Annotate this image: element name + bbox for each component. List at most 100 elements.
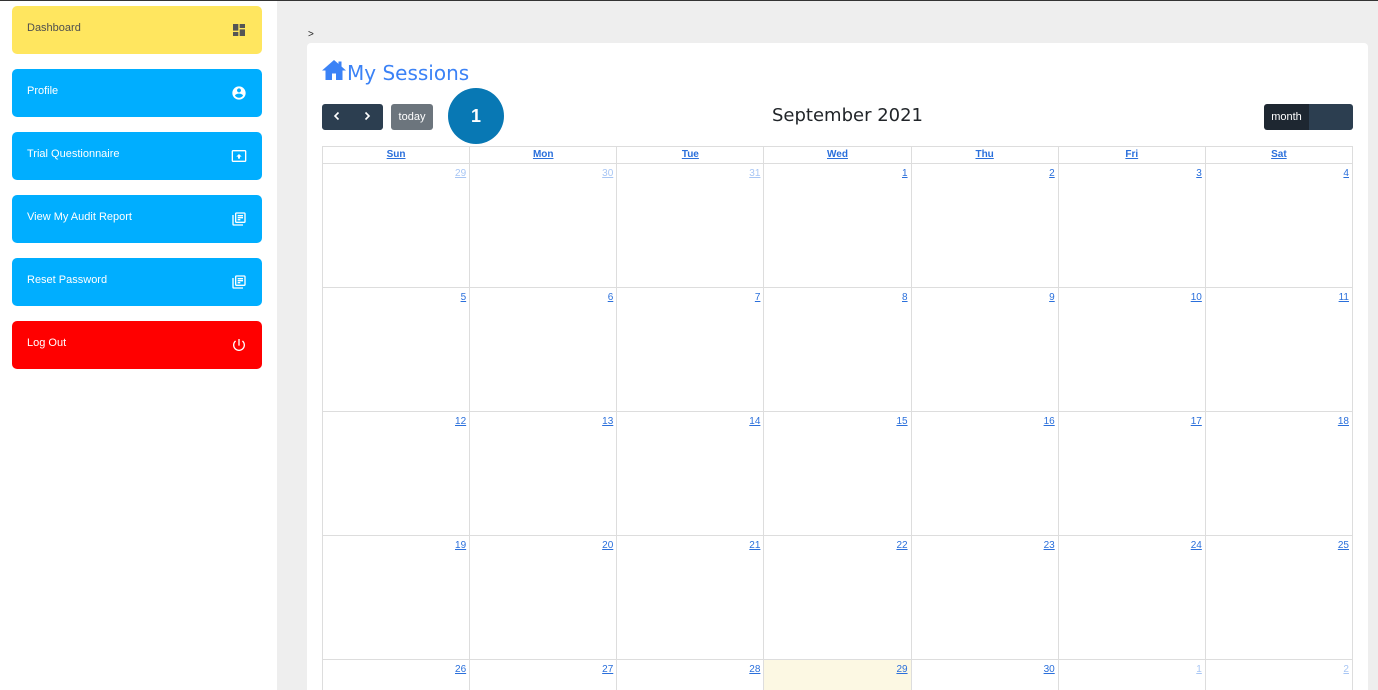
day-number-link[interactable]: 1	[902, 168, 908, 179]
weekday-header[interactable]: Thu	[910, 147, 1058, 163]
day-number-link[interactable]: 23	[1044, 540, 1055, 551]
calendar-day-cell[interactable]: 16	[910, 412, 1058, 535]
day-number-link[interactable]: 8	[902, 292, 908, 303]
day-number-link[interactable]: 21	[749, 540, 760, 551]
weekday-header[interactable]: Sun	[323, 147, 469, 163]
weekday-header[interactable]: Fri	[1057, 147, 1205, 163]
calendar-day-cell[interactable]: 9	[910, 288, 1058, 411]
day-number-link[interactable]: 5	[461, 292, 467, 303]
sidebar-item-label: Trial Questionnaire	[27, 148, 120, 160]
day-number-link[interactable]: 31	[749, 168, 760, 179]
calendar-day-cell[interactable]: 27	[469, 660, 616, 690]
calendar-day-cell[interactable]: 13	[469, 412, 616, 535]
calendar-day-cell[interactable]: 1	[1057, 660, 1205, 690]
calendar-day-cell[interactable]: 4	[1204, 164, 1352, 287]
calendar-day-cell[interactable]: 17	[1057, 412, 1205, 535]
day-number-link[interactable]: 22	[896, 540, 907, 551]
power-icon	[231, 337, 247, 353]
calendar-week-row: 19 20 21 22 23 24 25	[322, 536, 1353, 660]
day-number-link[interactable]: 13	[602, 416, 613, 427]
day-number-link[interactable]: 30	[1044, 664, 1055, 675]
calendar-day-cell[interactable]: 1	[763, 164, 910, 287]
weekday-header[interactable]: Mon	[469, 147, 616, 163]
day-number-link[interactable]: 7	[755, 292, 761, 303]
day-number-link[interactable]: 9	[1049, 292, 1055, 303]
sidebar-item-label: Log Out	[27, 337, 67, 349]
calendar-day-cell[interactable]: 5	[323, 288, 469, 411]
weekday-header[interactable]: Sat	[1204, 147, 1352, 163]
calendar-week-row: 12 13 14 15 16 17 18	[322, 412, 1353, 536]
calendar-week-row: 29 30 31 1 2 3 4	[322, 164, 1353, 288]
calendar-day-cell[interactable]: 20	[469, 536, 616, 659]
calendar-day-cell[interactable]: 21	[616, 536, 763, 659]
day-number-link[interactable]: 3	[1196, 168, 1202, 179]
calendar-grid: Sun Mon Tue Wed Thu Fri Sat 29 30 31 1 2 3 4 5 6…	[322, 146, 1353, 690]
day-number-link[interactable]: 15	[896, 416, 907, 427]
prev-month-button[interactable]	[322, 104, 352, 130]
day-number-link[interactable]: 17	[1191, 416, 1202, 427]
day-number-link[interactable]: 14	[749, 416, 760, 427]
day-number-link[interactable]: 19	[455, 540, 466, 551]
day-number-link[interactable]: 20	[602, 540, 613, 551]
calendar-day-cell[interactable]: 18	[1204, 412, 1352, 535]
calendar-day-cell[interactable]: 28	[616, 660, 763, 690]
calendar-day-cell[interactable]: 26	[323, 660, 469, 690]
day-number-link[interactable]: 10	[1191, 292, 1202, 303]
day-number-link[interactable]: 4	[1343, 168, 1349, 179]
sidebar-item-profile[interactable]: Profile	[12, 69, 262, 117]
calendar-day-cell[interactable]: 10	[1057, 288, 1205, 411]
day-number-link[interactable]: 12	[455, 416, 466, 427]
sidebar-item-logout[interactable]: Log Out	[12, 321, 262, 369]
calendar-day-cell[interactable]: 12	[323, 412, 469, 535]
next-month-button[interactable]	[352, 104, 382, 130]
day-number-link[interactable]: 16	[1044, 416, 1055, 427]
calendar-day-cell[interactable]: 2	[910, 164, 1058, 287]
day-number-link[interactable]: 29	[896, 664, 907, 675]
calendar-day-cell[interactable]: 24	[1057, 536, 1205, 659]
day-number-link[interactable]: 29	[455, 168, 466, 179]
sidebar-item-trial-questionnaire[interactable]: Trial Questionnaire	[12, 132, 262, 180]
calendar-day-cell[interactable]: 23	[910, 536, 1058, 659]
calendar-day-cell[interactable]: 2	[1204, 660, 1352, 690]
calendar-day-cell[interactable]: 25	[1204, 536, 1352, 659]
calendar-week-row: 26 27 28 29 30 1 2	[322, 660, 1353, 690]
day-number-link[interactable]: 25	[1338, 540, 1349, 551]
day-number-link[interactable]: 2	[1049, 168, 1055, 179]
calendar-day-cell[interactable]: 30	[910, 660, 1058, 690]
sidebar-item-reset-password[interactable]: Reset Password	[12, 258, 262, 306]
day-number-link[interactable]: 11	[1339, 292, 1349, 303]
day-number-link[interactable]: 26	[455, 664, 466, 675]
day-number-link[interactable]: 28	[749, 664, 760, 675]
chevron-left-icon	[332, 108, 342, 126]
step-badge: 1	[448, 88, 504, 144]
day-number-link[interactable]: 2	[1343, 664, 1349, 675]
calendar-day-cell[interactable]: 29	[323, 164, 469, 287]
calendar-day-cell[interactable]: 3	[1057, 164, 1205, 287]
sidebar-item-label: Profile	[27, 85, 59, 97]
calendar-day-cell[interactable]: 15	[763, 412, 910, 535]
day-number-link[interactable]: 18	[1338, 416, 1349, 427]
weekday-header[interactable]: Tue	[616, 147, 763, 163]
calendar-day-cell[interactable]: 22	[763, 536, 910, 659]
calendar-day-cell[interactable]: 19	[323, 536, 469, 659]
calendar-day-cell[interactable]: 30	[469, 164, 616, 287]
day-number-link[interactable]: 27	[602, 664, 613, 675]
calendar-day-cell[interactable]: 29	[763, 660, 911, 690]
day-number-link[interactable]: 1	[1196, 664, 1202, 675]
calendar-month-title: September 2021	[771, 105, 924, 126]
day-number-link[interactable]: 30	[602, 168, 613, 179]
calendar-day-cell[interactable]: 11	[1204, 288, 1352, 411]
sidebar-item-dashboard[interactable]: Dashboard	[12, 6, 262, 54]
calendar-day-cell[interactable]: 7	[616, 288, 763, 411]
weekday-header[interactable]: Wed	[763, 147, 910, 163]
day-number-link[interactable]: 24	[1191, 540, 1202, 551]
calendar-day-cell[interactable]: 31	[616, 164, 763, 287]
month-view-button[interactable]: month	[1264, 104, 1309, 130]
calendar-day-cell[interactable]: 6	[469, 288, 616, 411]
day-number-link[interactable]: 6	[608, 292, 614, 303]
sidebar-item-audit-report[interactable]: View My Audit Report	[12, 195, 262, 243]
calendar-day-cell[interactable]: 14	[616, 412, 763, 535]
other-view-button[interactable]	[1309, 104, 1353, 130]
today-button[interactable]: today	[391, 104, 433, 130]
calendar-day-cell[interactable]: 8	[763, 288, 910, 411]
